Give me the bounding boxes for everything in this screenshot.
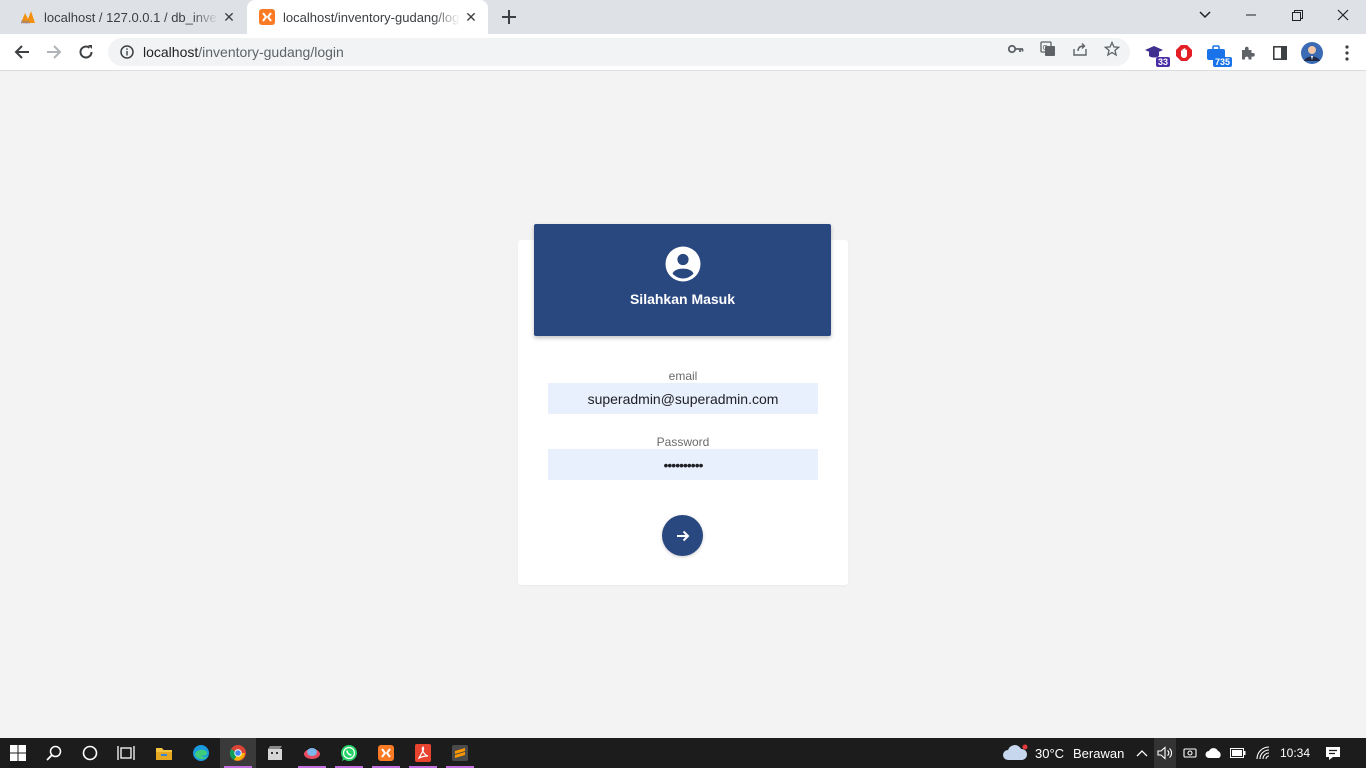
weather-description[interactable]: Berawan: [1073, 738, 1124, 768]
pdf-reader-icon[interactable]: [405, 738, 441, 768]
browser-tab-strip: PMA localhost / 127.0.0.1 / db_inventory…: [0, 0, 1366, 34]
extension-adblock-icon[interactable]: [1173, 42, 1195, 64]
translate-icon[interactable]: G: [1039, 40, 1057, 58]
extensions-puzzle-icon[interactable]: [1237, 42, 1259, 64]
account-circle-icon: [665, 246, 700, 282]
volume-icon[interactable]: [1154, 738, 1176, 768]
app-dragon-icon[interactable]: [294, 738, 330, 768]
xampp-taskbar-icon[interactable]: [368, 738, 404, 768]
windows-start-icon[interactable]: [0, 738, 36, 768]
key-icon[interactable]: [1007, 40, 1025, 58]
tab-inventory-login[interactable]: localhost/inventory-gudang/login ✕: [247, 0, 488, 34]
svg-text:PMA: PMA: [21, 20, 30, 24]
clock[interactable]: 10:34: [1280, 738, 1310, 768]
login-title: Silahkan Masuk: [629, 291, 736, 307]
login-submit-button[interactable]: [662, 515, 703, 556]
file-explorer-icon[interactable]: [146, 738, 182, 768]
wifi-icon[interactable]: [1252, 738, 1274, 768]
profile-avatar-icon[interactable]: [1301, 42, 1323, 64]
url-text: localhost/inventory-gudang/login: [143, 44, 344, 60]
bookmark-star-icon[interactable]: [1103, 40, 1121, 58]
xampp-icon: [259, 9, 275, 25]
close-tab-icon[interactable]: ✕: [218, 6, 240, 28]
chrome-taskbar-icon[interactable]: [220, 738, 256, 768]
restore-button[interactable]: [1274, 0, 1320, 30]
extension-badge: 735: [1212, 57, 1232, 67]
show-hidden-icons-chevron-icon[interactable]: [1132, 738, 1152, 768]
email-label: email: [668, 369, 698, 383]
password-label: Password: [656, 435, 710, 449]
side-panel-icon[interactable]: [1269, 42, 1291, 64]
phpmyadmin-icon: PMA: [20, 9, 36, 25]
site-info-icon[interactable]: [119, 44, 135, 60]
arrow-right-icon: [676, 530, 689, 541]
extension-badge: 33: [1155, 57, 1170, 67]
forward-button[interactable]: [40, 38, 68, 66]
back-button[interactable]: [8, 38, 36, 66]
onedrive-icon[interactable]: [1202, 738, 1226, 768]
reload-button[interactable]: [72, 38, 100, 66]
tab-phpmyadmin[interactable]: PMA localhost / 127.0.0.1 / db_inventory…: [0, 0, 246, 34]
windows-taskbar: 30°C Berawan 10:34: [0, 738, 1366, 768]
close-tab-icon[interactable]: ✕: [460, 6, 482, 28]
search-icon[interactable]: [36, 738, 72, 768]
browser-toolbar: localhost/inventory-gudang/login G 33 73…: [0, 34, 1366, 71]
battery-icon[interactable]: [1227, 738, 1249, 768]
edge-browser-icon[interactable]: [183, 738, 219, 768]
email-field[interactable]: superadmin@superadmin.com: [548, 383, 818, 414]
new-tab-button[interactable]: [497, 5, 521, 29]
address-bar[interactable]: localhost/inventory-gudang/login: [108, 38, 1130, 66]
extension-briefcase-icon[interactable]: 735: [1205, 42, 1232, 67]
chrome-menu-icon[interactable]: [1336, 42, 1358, 64]
svg-text:G: G: [1043, 44, 1048, 52]
video-editor-icon[interactable]: [257, 738, 293, 768]
cortana-icon[interactable]: [72, 738, 108, 768]
sublime-text-icon[interactable]: [442, 738, 478, 768]
tab-title: localhost / 127.0.0.1 / db_inventory: [44, 9, 218, 25]
password-field[interactable]: ••••••••••: [548, 449, 818, 480]
meet-now-icon[interactable]: [1179, 738, 1201, 768]
share-icon[interactable]: [1071, 40, 1089, 58]
login-card-header: Silahkan Masuk: [534, 224, 831, 336]
weather-temperature[interactable]: 30°C: [1035, 738, 1064, 768]
close-window-button[interactable]: [1320, 0, 1366, 30]
extension-graduation-icon[interactable]: 33: [1143, 42, 1170, 67]
action-center-icon[interactable]: [1316, 738, 1350, 768]
minimize-button[interactable]: [1228, 0, 1274, 30]
weather-cloud-icon[interactable]: [998, 738, 1032, 768]
tab-search-chevron-icon[interactable]: [1182, 0, 1228, 30]
task-view-icon[interactable]: [108, 738, 144, 768]
tab-title: localhost/inventory-gudang/login: [283, 9, 460, 25]
whatsapp-icon[interactable]: [331, 738, 367, 768]
